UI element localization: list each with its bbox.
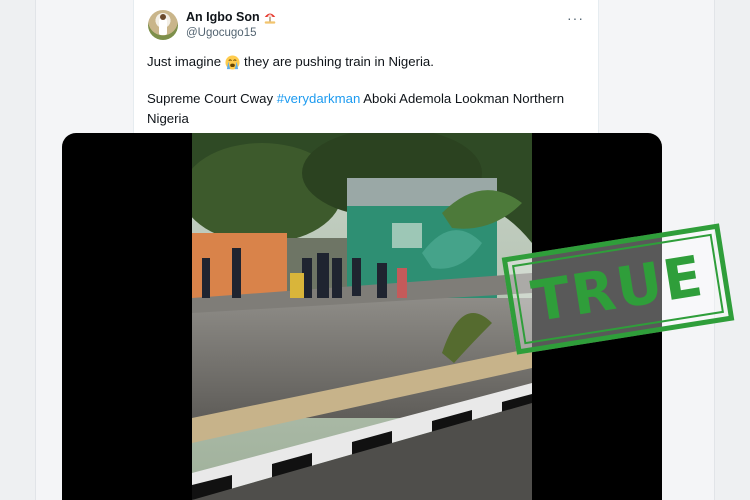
- tweet-text-part: Just imagine: [147, 54, 222, 69]
- tweet-text-line1: Just imagine they are pushing train in N…: [147, 52, 587, 72]
- tweet-text-part: Supreme Court Cway: [147, 91, 277, 106]
- author-name[interactable]: An Igbo Son: [186, 10, 260, 24]
- author-row: An Igbo Son: [186, 10, 277, 24]
- avatar[interactable]: [148, 10, 178, 40]
- crying-face-icon: [225, 54, 240, 70]
- author-handle[interactable]: @Ugocugo15: [186, 27, 257, 39]
- video-frame-image: [192, 133, 532, 500]
- more-options-icon[interactable]: ···: [567, 10, 584, 26]
- left-background: [0, 0, 36, 500]
- tweet-text-line2: Supreme Court Cway #verydarkman Aboki Ad…: [147, 89, 587, 129]
- umbrella-emoji-icon: [264, 13, 275, 24]
- hashtag-link[interactable]: #verydarkman: [277, 91, 361, 106]
- stamp-label: TRUE: [527, 243, 709, 335]
- tweet-text-part: they are pushing train in Nigeria.: [244, 54, 434, 69]
